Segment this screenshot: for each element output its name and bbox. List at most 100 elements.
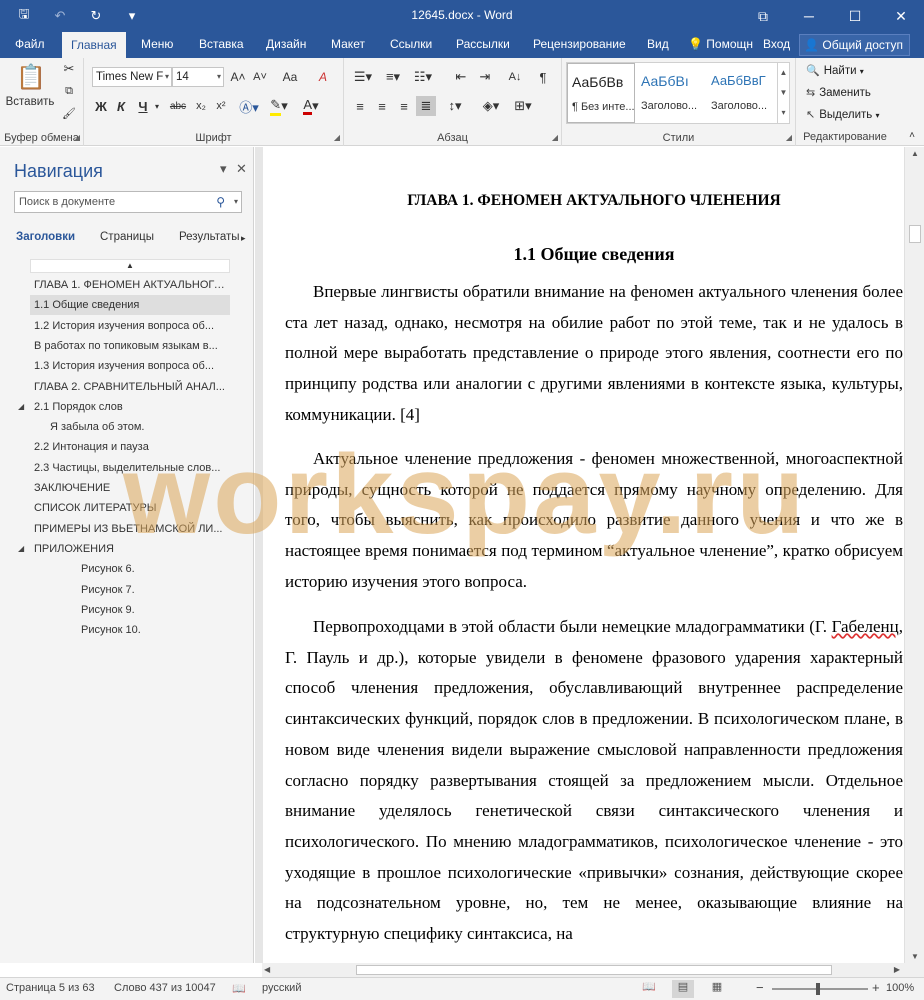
nav-heading-item[interactable]: ПРИМЕРЫ ИЗ ВЬЕТНАМСКОЙ ЛИ...	[34, 519, 230, 539]
customize-qat-icon[interactable]: ▾	[116, 6, 148, 26]
maximize-button[interactable]: ☐	[832, 0, 878, 32]
font-color-icon[interactable]: A ▾	[298, 96, 324, 116]
sign-in-link[interactable]: Вход	[763, 32, 790, 58]
zoom-in-button[interactable]: +	[872, 980, 880, 995]
redo-icon[interactable]: ↻	[80, 6, 112, 26]
page-count[interactable]: Страница 5 из 63	[6, 982, 95, 994]
nav-search-input[interactable]: Поиск в документе ⚲ ▾	[14, 191, 242, 213]
paragraph-launcher-icon[interactable]: ◢	[552, 133, 558, 142]
strikethrough-button[interactable]: abc	[166, 96, 190, 116]
close-icon[interactable]: ✕	[236, 161, 247, 177]
horizontal-scroll-thumb[interactable]	[356, 965, 832, 975]
tab-review[interactable]: Рецензирование	[524, 32, 635, 58]
read-mode-icon[interactable]: 📖	[638, 980, 660, 998]
justify-icon[interactable]: ≣	[416, 96, 436, 116]
vertical-scroll-thumb[interactable]	[909, 225, 921, 243]
more-styles-icon[interactable]: ▾	[778, 103, 789, 123]
clear-formatting-icon[interactable]: A	[312, 67, 334, 87]
vertical-scrollbar[interactable]: ▲ ▼	[904, 147, 924, 963]
nav-heading-item[interactable]: Рисунок 6.	[81, 559, 230, 579]
show-marks-icon[interactable]: ¶	[532, 67, 554, 87]
tab-layout[interactable]: Макет	[322, 32, 374, 58]
print-layout-icon[interactable]: ▤	[672, 980, 694, 998]
nav-heading-item[interactable]: 1.2 История изучения вопроса об...	[34, 316, 230, 336]
chevron-right-icon[interactable]: ▶	[894, 963, 900, 977]
nav-heading-item[interactable]: 1.1 Общие сведения	[30, 295, 230, 316]
proofing-icon[interactable]: 📖	[232, 982, 246, 995]
style-normal[interactable]: АаБбВв ¶ Без инте...	[567, 63, 635, 123]
expand-collapse-icon[interactable]: ◢	[18, 402, 24, 411]
nav-heading-item[interactable]: 2.3 Частицы, выделительные слов...	[34, 458, 230, 478]
web-layout-icon[interactable]: ▦	[706, 980, 728, 998]
nav-heading-item[interactable]: Рисунок 9.	[81, 600, 230, 620]
tab-insert[interactable]: Вставка	[190, 32, 253, 58]
paste-icon[interactable]: 📋	[14, 62, 48, 92]
nav-heading-item[interactable]: ГЛАВА 2. СРАВНИТЕЛЬНЫЙ АНАЛ...	[34, 377, 230, 397]
style-heading1[interactable]: АаБбВı Заголово...	[637, 63, 705, 123]
nav-tab-results[interactable]: Результаты	[179, 231, 241, 243]
find-button[interactable]: 🔍 Найти ▾	[806, 64, 864, 77]
nav-heading-item[interactable]: Рисунок 7.	[81, 580, 230, 600]
collapse-all-icon[interactable]: ▲	[30, 259, 230, 273]
search-icon[interactable]: ⚲	[216, 192, 225, 212]
close-button[interactable]: ✕	[878, 0, 924, 32]
nav-heading-item[interactable]: 1.3 История изучения вопроса об...	[34, 356, 230, 376]
nav-heading-item[interactable]: ГЛАВА 1. ФЕНОМЕН АКТУАЛЬНОГО...	[34, 275, 230, 295]
nav-heading-item[interactable]: 2.2 Интонация и пауза	[34, 437, 230, 457]
grow-font-icon[interactable]: A˄	[228, 67, 248, 87]
shrink-font-icon[interactable]: A˅	[250, 67, 270, 87]
zoom-slider[interactable]	[772, 988, 868, 990]
chevron-down-icon[interactable]: ▾	[234, 192, 238, 212]
bold-button[interactable]: Ж	[92, 96, 110, 116]
copy-icon[interactable]: ⧉	[60, 82, 78, 100]
clipboard-launcher-icon[interactable]: ◢	[74, 133, 80, 142]
undo-icon[interactable]: ↶	[44, 6, 76, 26]
save-icon[interactable]: 🖫	[8, 6, 40, 26]
tab-mailings[interactable]: Рассылки	[447, 32, 519, 58]
shading-icon[interactable]: ◈▾	[478, 96, 504, 116]
tab-view[interactable]: Вид	[638, 32, 678, 58]
numbering-icon[interactable]: ≡▾	[380, 67, 406, 87]
zoom-out-button[interactable]: −	[756, 980, 764, 995]
expand-collapse-icon[interactable]: ◢	[18, 544, 24, 553]
share-button[interactable]: 👤 Общий доступ	[799, 34, 910, 56]
nav-tab-headings[interactable]: Заголовки	[16, 231, 75, 243]
chevron-down-icon[interactable]: ▼	[905, 952, 924, 961]
italic-button[interactable]: К	[112, 96, 130, 116]
bullets-icon[interactable]: ☰▾	[350, 67, 376, 87]
align-left-icon[interactable]: ≡	[350, 96, 370, 116]
cut-icon[interactable]: ✂	[60, 60, 78, 78]
superscript-button[interactable]: x²	[212, 96, 230, 116]
nav-heading-item[interactable]: 2.1 Порядок слов	[34, 397, 230, 417]
nav-tab-pages[interactable]: Страницы	[100, 231, 154, 243]
underline-dropdown-icon[interactable]: ▾	[152, 96, 162, 116]
decrease-indent-icon[interactable]: ⇤	[450, 67, 472, 87]
format-painter-icon[interactable]: 🖌	[60, 104, 78, 122]
replace-button[interactable]: ⇆ Заменить	[806, 86, 871, 99]
select-button[interactable]: ↖ Выделить ▾	[806, 108, 880, 121]
document-page[interactable]: ГЛАВА 1. ФЕНОМЕН АКТУАЛЬНОГО ЧЛЕНЕНИЯ 1.…	[263, 147, 904, 963]
tab-file[interactable]: Файл	[6, 32, 54, 58]
nav-heading-item[interactable]: СПИСОК ЛИТЕРАТУРЫ	[34, 498, 230, 518]
subscript-button[interactable]: x₂	[192, 96, 210, 116]
nav-heading-item[interactable]: ЗАКЛЮЧЕНИЕ	[34, 478, 230, 498]
tab-home[interactable]: Главная	[62, 32, 126, 58]
nav-heading-item[interactable]: В работах по топиковым языкам в...	[34, 336, 230, 356]
word-count[interactable]: Слово 437 из 10047	[114, 982, 216, 994]
minimize-button[interactable]: ─	[786, 0, 832, 32]
highlight-icon[interactable]: ✎ ▾	[266, 96, 292, 116]
styles-gallery-scroll[interactable]: ▲ ▼ ▾	[777, 63, 789, 123]
style-heading2[interactable]: АаБбВвГ Заголово...	[707, 63, 775, 123]
nav-heading-item[interactable]: Рисунок 10.	[81, 620, 230, 640]
font-name-combo[interactable]: Times New F ▾	[92, 67, 172, 87]
increase-indent-icon[interactable]: ⇥	[474, 67, 496, 87]
underline-button[interactable]: Ч	[134, 96, 152, 116]
tab-design[interactable]: Дизайн	[257, 32, 315, 58]
align-center-icon[interactable]: ≡	[372, 96, 392, 116]
chevron-down-icon[interactable]: ▼	[778, 83, 789, 103]
tab-references[interactable]: Ссылки	[381, 32, 441, 58]
chevron-up-icon[interactable]: ▲	[778, 63, 789, 83]
sort-icon[interactable]: A↓	[504, 67, 526, 87]
horizontal-scrollbar[interactable]: ◀ ▶	[262, 963, 924, 977]
borders-icon[interactable]: ⊞▾	[510, 96, 536, 116]
